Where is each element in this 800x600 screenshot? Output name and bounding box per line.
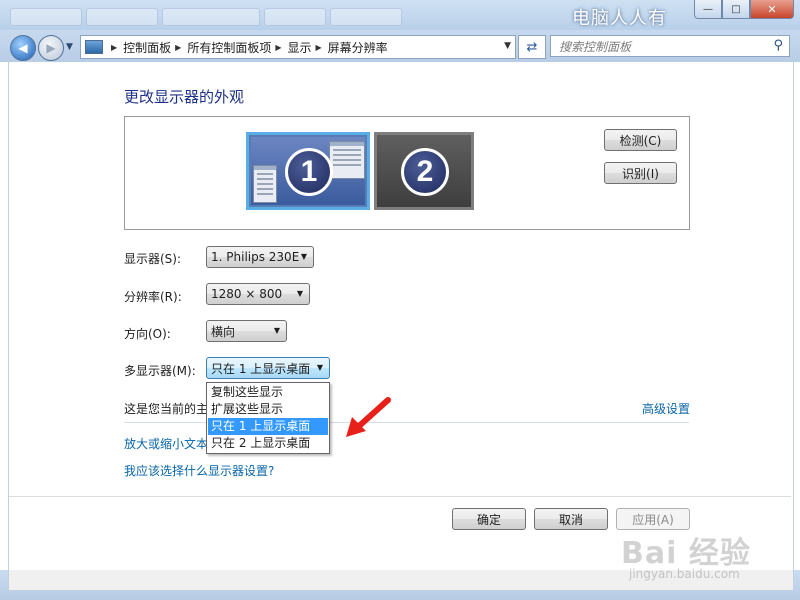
close-icon: ✕: [767, 2, 777, 16]
multiple-displays-select[interactable]: 只在 1 上显示桌面 ▼: [206, 357, 330, 379]
multiple-displays-dropdown: 复制这些显示 扩展这些显示 只在 1 上显示桌面 只在 2 上显示桌面: [206, 382, 330, 454]
chevron-down-icon: ▼: [296, 289, 303, 298]
resolution-select-value: 1280 × 800: [211, 287, 283, 301]
which-settings-link[interactable]: 我应该选择什么显示器设置?: [124, 462, 274, 479]
refresh-button[interactable]: ⇄: [518, 35, 546, 59]
address-dropdown-icon[interactable]: ▼: [504, 41, 511, 51]
forward-arrow-icon: ▶: [46, 41, 56, 55]
display-label: 显示器(S):: [124, 252, 182, 266]
chevron-down-icon: ▼: [300, 252, 307, 261]
background-tab: [264, 8, 326, 26]
breadcrumb-separator-icon[interactable]: ▶: [111, 43, 117, 52]
watermark-text: 电脑人人有: [572, 8, 667, 29]
content-pane: 更改显示器的外观 1 2 检测(C) 识别(I) 显示器(S): 1. Phil…: [8, 62, 794, 581]
monitor-arrangement-panel: 1 2 检测(C) 识别(I): [124, 116, 690, 230]
minimize-button[interactable]: —: [694, 0, 722, 19]
back-arrow-icon: ◀: [18, 41, 28, 55]
footer-divider: [9, 496, 791, 497]
current-display-text: 这是您当前的主: [124, 402, 209, 416]
navigation-bar: ◀ ▶ ▼ ▶ 控制面板 ▶ 所有控制面板项 ▶ 显示 ▶ 屏幕分辨率 ▼ ⇄ …: [0, 30, 800, 62]
breadcrumb-all-items[interactable]: 所有控制面板项: [187, 39, 271, 56]
refresh-icon: ⇄: [526, 39, 538, 55]
minimize-icon: —: [703, 3, 713, 15]
control-panel-icon: [85, 40, 103, 54]
window-controls: — □ ✕: [694, 0, 794, 19]
background-tab: [10, 8, 82, 26]
option-show-only-on-1[interactable]: 只在 1 上显示桌面: [208, 418, 328, 435]
baidu-watermark-site: jingyan.baidu.com: [629, 567, 740, 581]
background-tab: [330, 8, 402, 26]
resolution-label: 分辨率(R):: [124, 290, 182, 304]
identify-button[interactable]: 识别(I): [604, 162, 677, 184]
multiple-displays-select-value: 只在 1 上显示桌面: [211, 361, 311, 376]
advanced-settings-link[interactable]: 高级设置: [642, 400, 690, 417]
search-input[interactable]: [557, 37, 761, 57]
close-button[interactable]: ✕: [750, 0, 794, 19]
apply-button[interactable]: 应用(A): [616, 508, 690, 530]
background-tab: [86, 8, 158, 26]
ok-button[interactable]: 确定: [452, 508, 526, 530]
arrow-shaft: [355, 397, 391, 430]
orientation-select-value: 横向: [211, 324, 236, 339]
breadcrumb-display[interactable]: 显示: [288, 39, 312, 56]
zoom-text-link[interactable]: 放大或缩小文本: [124, 435, 208, 452]
forward-button[interactable]: ▶: [38, 35, 64, 61]
monitor-number-badge: 2: [401, 148, 449, 196]
resolution-select[interactable]: 1280 × 800 ▼: [206, 283, 310, 305]
monitor-2[interactable]: 2: [374, 132, 474, 210]
chevron-down-icon: ▼: [316, 363, 323, 372]
display-select[interactable]: 1. Philips 230E ▼: [206, 246, 314, 268]
detect-button[interactable]: 检测(C): [604, 129, 677, 151]
display-select-value: 1. Philips 230E: [211, 250, 300, 264]
monitor-number-badge: 1: [285, 148, 333, 196]
breadcrumb-screen-resolution[interactable]: 屏幕分辨率: [328, 39, 388, 56]
maximize-icon: □: [731, 3, 741, 15]
orientation-select[interactable]: 横向 ▼: [206, 320, 287, 342]
breadcrumb-separator-icon[interactable]: ▶: [316, 43, 322, 52]
option-extend-displays[interactable]: 扩展这些显示: [208, 401, 328, 418]
breadcrumb-separator-icon[interactable]: ▶: [175, 43, 181, 52]
orientation-label: 方向(O):: [124, 327, 171, 341]
baidu-watermark: Bai 经验: [621, 536, 751, 571]
monitor-1[interactable]: 1: [246, 132, 370, 210]
search-icon[interactable]: ⚲: [773, 38, 783, 53]
cancel-button[interactable]: 取消: [534, 508, 608, 530]
option-show-only-on-2[interactable]: 只在 2 上显示桌面: [208, 435, 328, 452]
page-title: 更改显示器的外观: [124, 88, 245, 106]
background-tab: [162, 8, 260, 26]
option-duplicate-displays[interactable]: 复制这些显示: [208, 384, 328, 401]
red-arrow-annotation: [346, 397, 391, 437]
breadcrumb-control-panel[interactable]: 控制面板: [123, 39, 171, 56]
breadcrumb-separator-icon[interactable]: ▶: [275, 43, 281, 52]
back-button[interactable]: ◀: [10, 35, 36, 61]
multiple-displays-label: 多显示器(M):: [124, 364, 196, 378]
address-bar[interactable]: ▶ 控制面板 ▶ 所有控制面板项 ▶ 显示 ▶ 屏幕分辨率 ▼: [80, 35, 516, 59]
monitor-1-screen: 1: [251, 137, 365, 205]
mini-window-thumbnail: [329, 141, 365, 179]
recent-pages-dropdown[interactable]: ▼: [66, 42, 73, 52]
maximize-button[interactable]: □: [722, 0, 750, 19]
chevron-down-icon: ▼: [273, 326, 280, 335]
title-bar: 电脑人人有 — □ ✕: [0, 0, 800, 30]
search-box[interactable]: ⚲: [550, 35, 790, 57]
mini-window-thumbnail: [253, 165, 277, 203]
